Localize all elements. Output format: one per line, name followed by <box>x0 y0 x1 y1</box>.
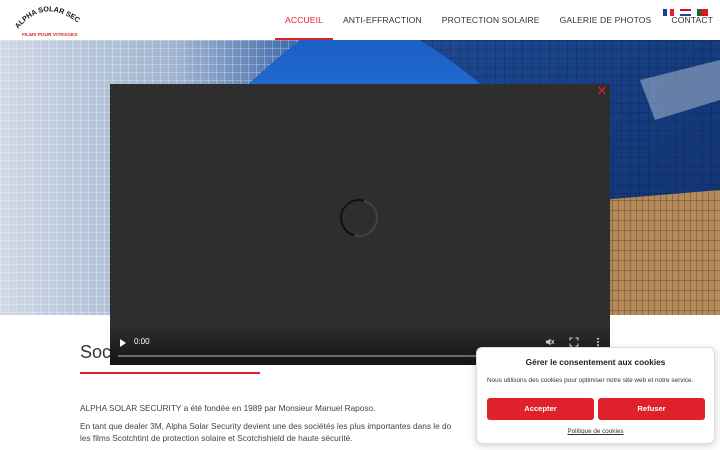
video-time: 0:00 <box>134 337 150 346</box>
flag-fr-icon[interactable] <box>663 9 675 16</box>
nav-item-protection-solaire[interactable]: PROTECTION SOLAIRE <box>432 0 550 40</box>
more-options-icon[interactable] <box>593 337 603 347</box>
loading-spinner-icon <box>333 192 385 244</box>
cookie-policy-link[interactable]: Politique de cookies <box>477 428 714 435</box>
fullscreen-icon[interactable] <box>569 337 579 347</box>
language-switcher <box>663 9 708 16</box>
mute-icon[interactable] <box>545 337 555 347</box>
site-logo[interactable]: ALPHA SOLAR SECURITY FILMS POUR VITRAGES <box>14 3 84 39</box>
logo-tagline: FILMS POUR VITRAGES <box>22 32 78 38</box>
cookie-description: Nous utilisons des cookies pour optimise… <box>487 377 694 384</box>
cookie-consent-dialog: Gérer le consentement aux cookies Nous u… <box>476 347 715 444</box>
video-player[interactable]: ✕ 0:00 <box>110 84 610 365</box>
logo-name: ALPHA SOLAR SECURITY <box>14 3 82 30</box>
refuse-button[interactable]: Refuser <box>598 398 705 420</box>
main-nav: ACCUEIL ANTI-EFFRACTION PROTECTION SOLAI… <box>275 0 720 40</box>
nav-item-galerie-de-photos[interactable]: GALERIE DE PHOTOS <box>550 0 662 40</box>
close-icon[interactable]: ✕ <box>596 84 608 97</box>
nav-item-accueil[interactable]: ACCUEIL <box>275 0 333 40</box>
intro-paragraph: ALPHA SOLAR SECURITY a été fondée en 198… <box>80 403 376 413</box>
cookie-title: Gérer le consentement aux cookies <box>525 357 666 367</box>
accept-button[interactable]: Accepter <box>487 398 594 420</box>
flag-nl-icon[interactable] <box>680 9 691 16</box>
title-underline <box>80 372 260 374</box>
nav-item-contact[interactable]: CONTACT <box>661 0 720 40</box>
site-header: ALPHA SOLAR SECURITY FILMS POUR VITRAGES… <box>0 0 720 40</box>
dealer-paragraph-line-2: les films Scotchtint de protection solai… <box>80 433 353 443</box>
flag-pt-icon[interactable] <box>697 9 708 16</box>
dealer-paragraph-line-1: En tant que dealer 3M, Alpha Solar Secur… <box>80 421 452 431</box>
nav-item-anti-effraction[interactable]: ANTI-EFFRACTION <box>333 0 432 40</box>
play-icon[interactable] <box>118 338 128 348</box>
svg-text:ALPHA SOLAR SECURITY: ALPHA SOLAR SECURITY <box>14 3 82 30</box>
